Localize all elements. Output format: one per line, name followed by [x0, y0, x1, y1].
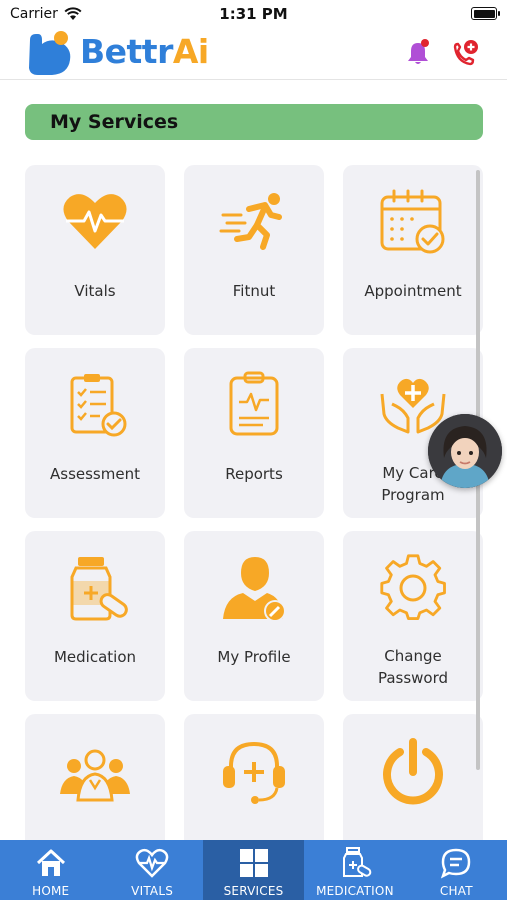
service-card-my-profile[interactable]: My Profile — [184, 531, 324, 701]
nav-label: CHAT — [439, 884, 473, 898]
service-label: Appointment — [364, 282, 462, 300]
service-label: Assessment — [50, 465, 140, 483]
nav-item-chat[interactable]: CHAT — [406, 840, 507, 900]
home-icon — [36, 849, 65, 876]
gear-icon — [380, 554, 446, 620]
bottom-nav: HOME VITALS SERVICES MEDICATION CHAT — [0, 840, 507, 900]
heart-pulse-icon — [63, 194, 127, 249]
service-label: My Profile — [217, 648, 291, 666]
logo-text-part2: Ai — [172, 31, 209, 71]
nav-item-services[interactable]: SERVICES — [202, 840, 305, 900]
service-card-medication[interactable]: Medication — [25, 531, 165, 701]
assistant-avatar-icon — [428, 414, 502, 488]
service-label: Change Password — [343, 645, 483, 689]
service-label: Reports — [225, 465, 283, 483]
nav-label: VITALS — [131, 884, 174, 898]
nav-item-vitals[interactable]: VITALS — [101, 840, 202, 900]
runner-icon — [219, 193, 282, 250]
service-label: Medication — [53, 648, 137, 666]
assistant-avatar[interactable] — [428, 414, 502, 488]
power-icon — [383, 738, 443, 805]
logo-text-part1: Bettr — [80, 31, 173, 71]
service-card-appointment[interactable]: Appointment — [343, 165, 483, 335]
nav-label: MEDICATION — [316, 884, 394, 898]
medicine-icon — [342, 847, 372, 877]
phone-plus-icon[interactable] — [449, 38, 481, 70]
service-card-support[interactable] — [184, 714, 324, 840]
team-icon — [60, 749, 130, 802]
status-bar: Carrier 1:31 PM — [0, 0, 507, 28]
service-label-line1: Change — [384, 647, 442, 665]
service-card-change-password[interactable]: Change Password — [343, 531, 483, 701]
heart-pulse-icon — [135, 848, 169, 878]
headset-support-icon — [223, 741, 285, 804]
clipboard-report-icon — [229, 371, 279, 436]
service-card-fitnut[interactable]: Fitnut — [184, 165, 324, 335]
grid-icon — [239, 849, 268, 877]
user-edit-icon — [223, 557, 286, 622]
service-card-logout[interactable] — [343, 714, 483, 840]
services-grid: Vitals Fitnut Appointment Assessment Rep… — [0, 150, 507, 840]
nav-item-home[interactable]: HOME — [0, 840, 101, 900]
clipboard-checklist-icon — [70, 374, 127, 437]
status-time: 1:31 PM — [219, 5, 288, 23]
service-card-assessment[interactable]: Assessment — [25, 348, 165, 518]
logo-text: BettrAi — [80, 32, 209, 71]
service-label-line2: Password — [377, 669, 449, 687]
nav-label: HOME — [32, 884, 70, 898]
medicine-bottle-icon — [70, 557, 128, 621]
service-label: Vitals — [74, 282, 116, 300]
bell-icon[interactable] — [403, 38, 433, 68]
app-header: BettrAi — [0, 28, 507, 80]
nav-label: SERVICES — [223, 884, 284, 898]
chat-icon — [441, 848, 471, 879]
service-card-team[interactable] — [25, 714, 165, 840]
service-card-vitals[interactable]: Vitals — [25, 165, 165, 335]
calendar-check-icon — [380, 189, 445, 254]
logo-mark-icon — [29, 31, 71, 75]
service-card-reports[interactable]: Reports — [184, 348, 324, 518]
section-title: My Services — [25, 104, 483, 140]
nav-item-medication[interactable]: MEDICATION — [304, 840, 405, 900]
app-logo: BettrAi — [24, 28, 209, 78]
service-label: Fitnut — [232, 282, 276, 300]
service-label-line2: Program — [381, 486, 445, 504]
battery-icon — [471, 7, 500, 20]
